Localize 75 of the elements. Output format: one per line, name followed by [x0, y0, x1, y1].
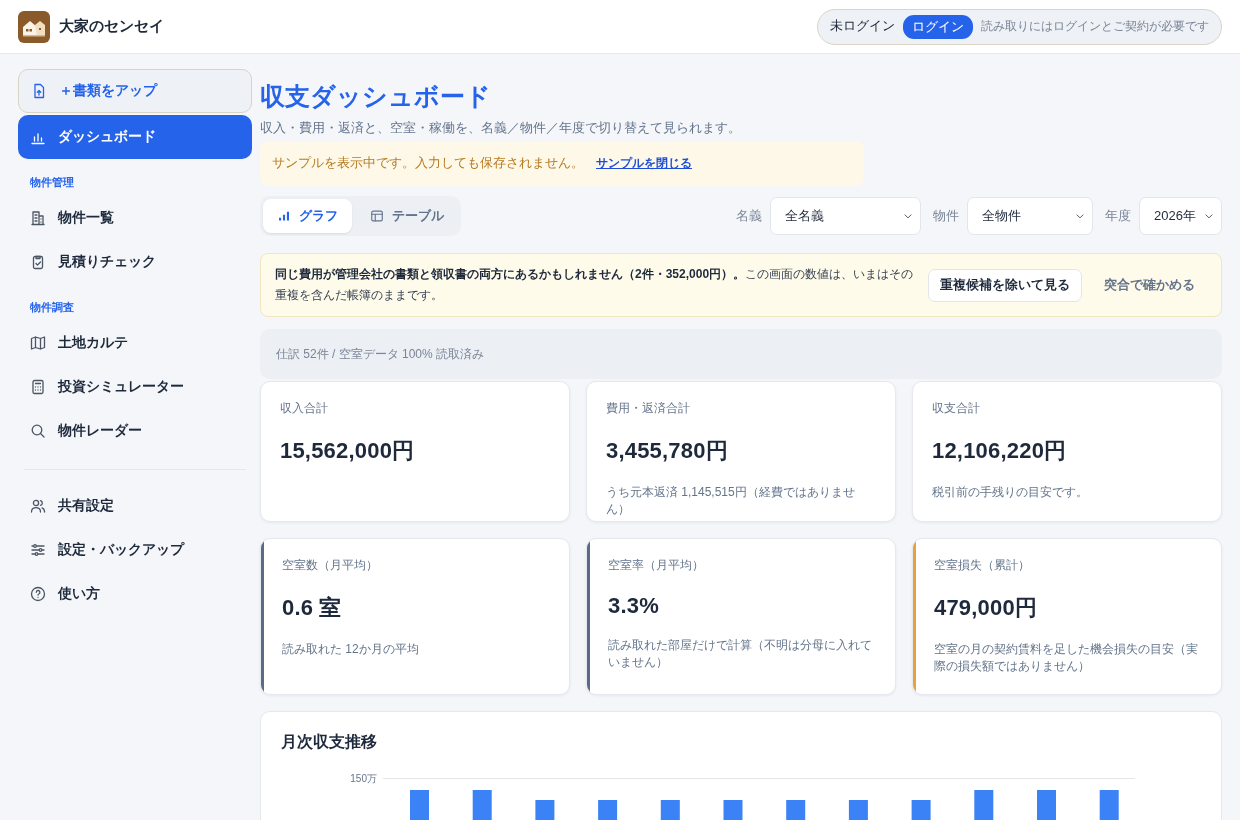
map-icon [30, 335, 46, 351]
view-tab[interactable]: テーブル [356, 199, 458, 233]
kpi-value: 0.6 室 [282, 594, 343, 622]
search-icon [30, 423, 46, 439]
kpi-label: 収支合計 [932, 401, 981, 416]
house-logo-icon [18, 10, 50, 43]
page-subtitle: 収入・費用・返済と、空室・稼働を、名義／物件／年度で切り替えて見られます。 [260, 120, 742, 137]
filter-label: 名義 [736, 207, 762, 225]
filter-label: 物件 [933, 207, 959, 225]
kpi-note: 税引前の手残りの目安です。 [932, 484, 1089, 501]
kpi-note: 読み取れた 12か月の平均 [282, 641, 420, 658]
chart-bar [472, 790, 492, 820]
building-icon [30, 210, 46, 226]
warning-text: 同じ費用が管理会社の書類と領収書の両方にあるかもしれません（2件・352,000円）。この画面の数値は、いまはその重複を含んだ帳簿のままです。 [275, 266, 915, 304]
calculator-icon [30, 379, 46, 395]
nav-item[interactable]: 見積りチェック [18, 240, 252, 284]
help-icon [30, 586, 46, 602]
chart-bar [848, 800, 868, 820]
chart-bar [1099, 790, 1119, 820]
sliders-icon [30, 542, 46, 558]
page-title: 収支ダッシュボード [260, 81, 492, 112]
nav-item[interactable]: 設定・バックアップ [18, 528, 252, 572]
nav-item[interactable]: 共有設定 [18, 484, 252, 528]
kpi-value: 12,106,220円 [932, 437, 1068, 465]
close-sample-link[interactable]: サンプルを閉じる [596, 155, 692, 172]
nav-item[interactable]: 土地カルテ [18, 321, 252, 365]
chart-bar [974, 790, 994, 820]
kpi-note: うち元本返済 1,145,515円（経費ではありません） [606, 484, 856, 518]
app-name: 大家のセンセイ [59, 17, 164, 36]
nav-item[interactable]: 物件一覧 [18, 196, 252, 240]
exclude-duplicates-button[interactable]: 重複候補を除いて見る [928, 268, 1082, 302]
kpi-value: 3,455,780円 [606, 437, 729, 465]
bar-chart-icon [277, 209, 291, 223]
nav-item[interactable]: 物件レーダー [18, 409, 252, 453]
kpi-value: 15,562,000円 [280, 437, 416, 465]
kpi-label: 収入合計 [280, 401, 329, 416]
kpi-note: 空室の月の契約賃料を足した機会損失の目安（実際の損失額ではありません） [934, 641, 1199, 675]
login-note: 読み取りにはログインとご契約が必要です [981, 18, 1209, 35]
chart-title: 月次収支推移 [281, 732, 378, 752]
table-icon [370, 209, 384, 223]
file-upload-icon [31, 83, 47, 99]
select-field[interactable]: 全名義 [770, 197, 921, 235]
chart-bar [410, 790, 429, 820]
kpi-value: 479,000円 [934, 594, 1039, 622]
axis-tick-label: 150万 [349, 772, 378, 786]
kpi-label: 空室数（月平均） [282, 558, 379, 573]
status-text: 仕訳 52件 / 空室データ 100% 読取済み [276, 345, 485, 363]
nav-item[interactable]: ダッシュボード [18, 115, 252, 159]
login-status: 未ログイン [830, 18, 895, 35]
notice-text: サンプルを表示中です。入力しても保存されません。 [272, 155, 584, 172]
chart-bar [535, 800, 555, 820]
kpi-label: 費用・返済合計 [606, 401, 691, 416]
section-heading: 物件調査 [29, 301, 75, 315]
section-heading: 物件管理 [29, 176, 75, 190]
view-tab[interactable]: グラフ [263, 199, 352, 233]
chart-bar [1037, 790, 1056, 820]
select-field[interactable]: 全物件 [967, 197, 1093, 235]
clipboard-check-icon [30, 254, 46, 270]
nav-item[interactable]: 使い方 [18, 572, 252, 616]
chart-bar [660, 800, 680, 820]
kpi-label: 空室率（月平均） [608, 558, 705, 573]
chart-bar [723, 800, 743, 820]
users-icon [30, 498, 46, 514]
kpi-label: 空室損失（累計） [934, 558, 1031, 573]
select-field[interactable]: 2026年 [1139, 197, 1222, 235]
reconcile-button[interactable]: 突合で確かめる [1092, 268, 1207, 302]
nav-item[interactable]: 投資シミュレーター [18, 365, 252, 409]
chart-bar [598, 800, 618, 820]
kpi-value: 3.3% [608, 593, 660, 619]
upload-button[interactable]: ＋書類をアップ [18, 69, 252, 113]
login-button[interactable]: ログイン [903, 14, 973, 39]
chart-bar [786, 800, 806, 820]
kpi-note: 読み取れた部屋だけで計算（不明は分母に入れていません） [608, 637, 873, 671]
chart-bar [911, 800, 931, 820]
filter-label: 年度 [1105, 207, 1131, 225]
